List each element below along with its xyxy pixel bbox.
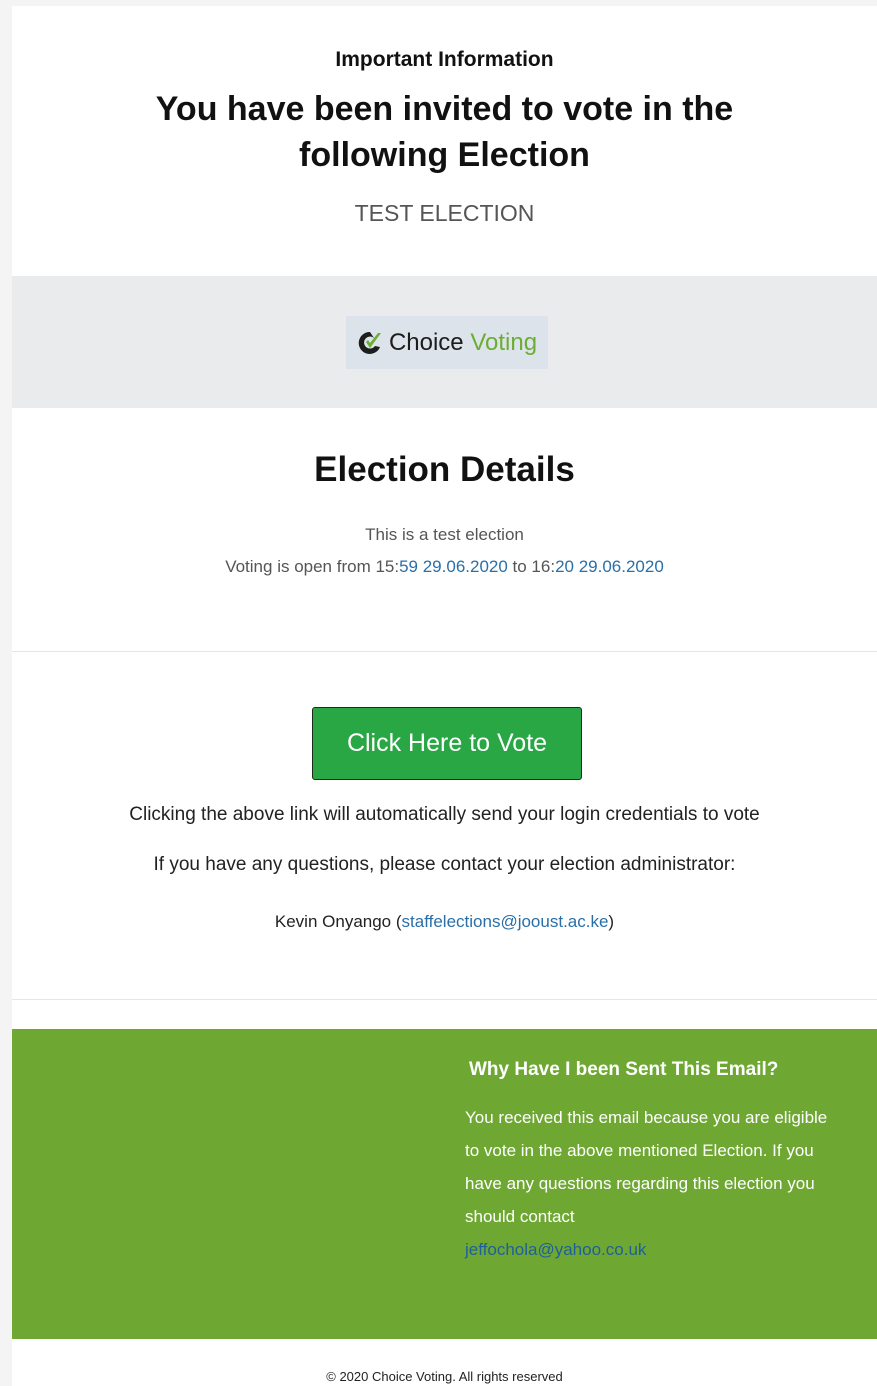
email-header: Important Information You have been invi… (12, 6, 877, 270)
why-sent-body: You received this email because you are … (465, 1101, 845, 1266)
voting-window: Voting is open from 15:59 29.06.2020 to … (12, 555, 877, 579)
why-sent-text: You received this email because you are … (465, 1108, 828, 1226)
choice-voting-logo: Choice Voting (346, 316, 548, 369)
logo-band: Choice Voting (12, 276, 877, 408)
copyright-footer: © 2020 Choice Voting. All rights reserve… (326, 1369, 563, 1384)
vote-section: Click Here to Vote Clicking the above li… (12, 652, 877, 1000)
admin-contact: Kevin Onyango (staffelections@jooust.ac.… (12, 910, 877, 934)
admin-name: Kevin Onyango ( (274, 912, 402, 931)
why-sent-title: Why Have I been Sent This Email? (469, 1059, 779, 1080)
why-sent-section: Why Have I been Sent This Email? You rec… (12, 1029, 877, 1339)
vote-button[interactable]: Click Here to Vote (312, 707, 582, 780)
vote-credentials-note: Clicking the above link will automatical… (129, 804, 760, 825)
check-logo-icon (358, 331, 381, 354)
election-name: TEST ELECTION (354, 200, 535, 226)
admin-email-link[interactable]: staffelections@jooust.ac.ke (402, 912, 609, 931)
contact-email-link[interactable]: jeffochola@yahoo.co.uk (465, 1233, 845, 1266)
important-info-label: Important Information (335, 48, 554, 71)
voting-window-prefix: Voting is open from 15: (225, 557, 400, 576)
election-details-section: Election Details This is a test election… (12, 408, 877, 652)
questions-text: If you have any questions, please contac… (153, 854, 736, 875)
logo-wordmark: Choice Voting (389, 328, 537, 358)
voting-window-start-link[interactable]: 59 29.06.2020 (399, 557, 508, 576)
invite-heading: You have been invited to vote in the fol… (12, 86, 877, 178)
election-details-title: Election Details (314, 450, 575, 489)
invite-heading-line1: You have been invited to vote in the (155, 90, 734, 128)
voting-window-mid: to 16: (507, 557, 556, 576)
voting-window-end-link[interactable]: 20 29.06.2020 (555, 557, 664, 576)
admin-close-paren: ) (608, 912, 615, 931)
election-description: This is a test election (365, 525, 524, 544)
logo-voting-text: Voting (470, 328, 538, 356)
email-body: Important Information You have been invi… (12, 6, 877, 1386)
invite-heading-line2: following Election (299, 136, 590, 174)
logo-choice-text: Choice (388, 328, 464, 356)
